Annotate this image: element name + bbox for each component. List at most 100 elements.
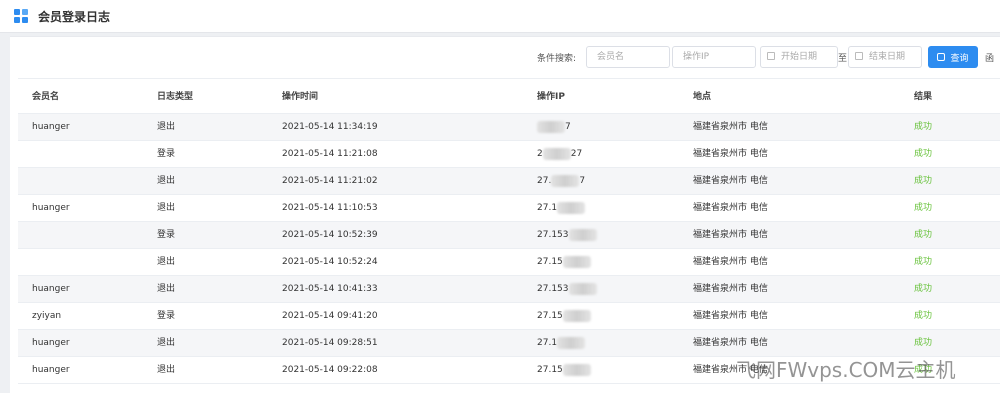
cell-location: 福建省泉州市 电信 [693,149,768,159]
cell-ip: 7 [537,114,571,141]
cell-type: 登录 [157,149,176,159]
search-label: 条件搜索: [537,54,577,64]
search-button-label: 查询 [950,53,969,64]
ip-visible-prefix: 27.153 [537,284,569,294]
cell-time: 2021-05-14 10:41:33 [282,284,378,294]
cell-location: 福建省泉州市 电信 [693,257,768,267]
ip-visible-suffix: 27 [570,149,583,159]
redacted-ip [542,147,571,160]
cell-type: 退出 [157,365,176,375]
ip-visible-prefix: 27.153 [537,230,569,240]
cell-type: 登录 [157,311,176,321]
table-row: huanger 退出 2021-05-14 11:10:53 27.1 福建省泉州市 电… [18,195,1000,222]
cell-result: 成功 [914,284,933,294]
calendar-icon [855,52,863,60]
cell-ip: 27.1 [537,195,586,222]
table-row: huanger 退出 2021-05-14 09:28:51 27.1 福建省泉州市 电… [18,330,1000,357]
table-row: 退出 2021-05-14 10:52:24 27.15 福建省泉州市 电信 成功 [18,249,1000,276]
cell-time: 2021-05-14 09:41:20 [282,311,378,321]
ip-visible-prefix: 27.1 [537,338,558,348]
redacted-ip [568,282,597,295]
cell-ip: 27. 7 [537,168,585,195]
start-date-input[interactable]: 开始日期 [760,46,838,68]
cell-type: 退出 [157,338,176,348]
table-row: huanger 退出 2021-05-14 11:34:19 7 福建省泉州市 电信 成功 [18,114,1000,141]
ip-visible-suffix: 7 [579,176,586,186]
cell-ip: 27.1 [537,330,586,357]
redacted-ip [562,309,591,322]
cell-time: 2021-05-14 11:21:08 [282,149,378,159]
cell-member: huanger [32,338,70,348]
table-row: zyiyan 登录 2021-05-14 09:41:20 27.15 福建省泉州市 电… [18,303,1000,330]
ip-visible-prefix: 2 [537,149,543,159]
cell-member: huanger [32,284,70,294]
cell-time: 2021-05-14 11:34:19 [282,122,378,132]
cell-ip: 27.15 [537,249,591,276]
redacted-ip [568,228,597,241]
cell-type: 退出 [157,257,176,267]
cell-time: 2021-05-14 10:52:24 [282,257,378,267]
table-header: 会员名 日志类型 操作时间 操作IP 地点 结果 [18,78,1000,114]
column-header-ip: 操作IP [537,92,565,102]
column-header-location: 地点 [693,92,712,102]
cell-member: zyiyan [32,311,62,321]
page-header: 会员登录日志 [0,0,1000,33]
ip-visible-prefix: 27.15 [537,365,563,375]
grid-menu-icon [14,9,28,23]
cell-ip: 27.15 [537,357,591,384]
redacted-ip [551,174,580,187]
redacted-ip [557,336,586,349]
date-range-separator: 至 [838,54,848,64]
cell-type: 退出 [157,284,176,294]
cell-ip: 2 27 [537,141,582,168]
redacted-ip [537,120,565,133]
cell-result: 成功 [914,338,933,348]
end-date-input[interactable]: 结束日期 [848,46,922,68]
cell-ip: 27.153 [537,222,597,249]
table-row: 登录 2021-05-14 11:21:08 2 27 福建省泉州市 电信 成功 [18,141,1000,168]
cell-result: 成功 [914,230,933,240]
column-header-time: 操作时间 [282,92,319,102]
cell-time: 2021-05-14 11:10:53 [282,203,378,213]
ip-visible-suffix: 7 [565,122,571,132]
cell-result: 成功 [914,176,933,186]
search-button[interactable]: 查询 [928,46,978,68]
member-name-input[interactable]: 会员名 [586,46,670,68]
search-icon [937,53,946,61]
cell-member: huanger [32,122,70,132]
cell-ip: 27.153 [537,276,597,303]
ip-visible-prefix: 27. [537,176,552,186]
ip-visible-prefix: 27.15 [537,257,563,267]
cell-location: 福建省泉州市 电信 [693,122,768,132]
log-panel: 条件搜索: 会员名 操作IP 开始日期 至 结束日期 查询 函 会员名 日志类型… [10,36,1000,393]
cell-location: 福建省泉州市 电信 [693,203,768,213]
cell-result: 成功 [914,122,933,132]
table-row: 登录 2021-05-14 10:52:39 27.153 福建省泉州市 电信 成功 [18,222,1000,249]
ip-visible-prefix: 27.1 [537,203,558,213]
login-log-table: 会员名 日志类型 操作时间 操作IP 地点 结果 huanger 退出 2021-0… [18,78,1000,384]
table-row: 退出 2021-05-14 11:21:02 27. 7 福建省泉州市 电信 成功 [18,168,1000,195]
table-row: huanger 退出 2021-05-14 10:41:33 27.153 福建省泉州市… [18,276,1000,303]
redacted-ip [562,255,591,268]
operation-ip-input[interactable]: 操作IP [672,46,756,68]
cell-result: 成功 [914,149,933,159]
cell-location: 福建省泉州市 电信 [693,311,768,321]
calendar-icon [767,52,775,60]
cell-time: 2021-05-14 09:28:51 [282,338,378,348]
cell-time: 2021-05-14 10:52:39 [282,230,378,240]
column-header-member: 会员名 [32,92,60,102]
cell-type: 退出 [157,203,176,213]
ip-visible-prefix: 27.15 [537,311,563,321]
end-date-placeholder: 结束日期 [869,52,906,62]
cell-time: 2021-05-14 09:22:08 [282,365,378,375]
cell-ip: 27.15 [537,303,591,330]
more-options[interactable]: 函 [985,51,994,64]
cell-location: 福建省泉州市 电信 [693,230,768,240]
watermark: 飞网FWvps.COM云主机 [736,358,956,382]
cell-location: 福建省泉州市 电信 [693,176,768,186]
cell-result: 成功 [914,257,933,267]
cell-type: 退出 [157,122,176,132]
cell-type: 登录 [157,230,176,240]
redacted-ip [557,201,586,214]
cell-location: 福建省泉州市 电信 [693,284,768,294]
